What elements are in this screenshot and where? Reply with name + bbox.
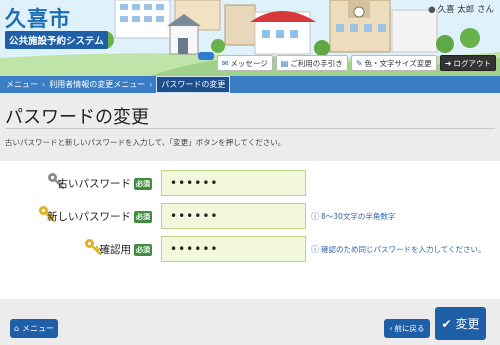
book-icon: ▤: [280, 58, 289, 68]
display-settings-button[interactable]: ✎ 色・文字サイズ変更: [350, 55, 437, 71]
form-panel: 古いパスワード 必須 •••••• 新しいパスワード 必須 •••••• ⓘ 8～…: [0, 161, 500, 299]
chevron-left-icon: ‹: [389, 324, 393, 333]
new-password-label: 新しいパスワード 必須: [47, 209, 152, 224]
confirm-password-row: 確認用 必須 •••••• ⓘ 確認のため同じパスワードを入力してください。: [0, 236, 500, 262]
guide-button[interactable]: ▤ ご利用の手引き: [275, 55, 348, 71]
old-password-label-text: 古いパスワード: [57, 178, 132, 190]
logout-button[interactable]: ➜ ログアウト: [439, 55, 496, 71]
required-badge: 必須: [134, 177, 152, 190]
site-title[interactable]: 久喜市: [5, 3, 71, 33]
logout-icon: ➜: [444, 58, 452, 68]
confirm-password-hint: ⓘ 確認のため同じパスワードを入力してください。: [311, 244, 486, 255]
change-button[interactable]: ✔ 変更: [435, 307, 486, 340]
instruction-text: 古いパスワードと新しいパスワードを入力して、「変更」ボタンを押してください。: [5, 138, 286, 147]
new-password-hint: ⓘ 8～30文字の半角数字: [311, 211, 395, 222]
required-badge: 必須: [134, 210, 152, 223]
user-name: ● 久喜 太郎 さん: [428, 3, 494, 15]
breadcrumb-menu[interactable]: メニュー: [6, 79, 38, 90]
chevron-right-icon: ›: [42, 80, 46, 89]
display-settings-label: 色・文字サイズ変更: [364, 58, 432, 68]
menu-button-label: メニュー: [22, 324, 55, 333]
pencil-icon: ✎: [355, 58, 363, 68]
user-icon: ●: [428, 5, 436, 15]
home-icon: ⌂: [13, 324, 20, 333]
chevron-right-icon: ›: [149, 80, 153, 89]
old-password-label: 古いパスワード 必須: [57, 176, 152, 191]
guide-button-label: ご利用の手引き: [290, 58, 343, 68]
old-password-row: 古いパスワード 必須 ••••••: [0, 170, 500, 196]
old-password-input[interactable]: ••••••: [161, 170, 306, 196]
new-password-row: 新しいパスワード 必須 •••••• ⓘ 8～30文字の半角数字: [0, 203, 500, 229]
new-password-hint-text: 8～30文字の半角数字: [321, 212, 396, 221]
divider: [5, 128, 495, 129]
logout-button-label: ログアウト: [453, 58, 492, 68]
message-button[interactable]: ✉ メッセージ: [216, 55, 273, 71]
menu-button[interactable]: ⌂ メニュー: [10, 319, 58, 338]
message-button-label: メッセージ: [230, 58, 268, 68]
breadcrumb-user-info[interactable]: 利用者情報の変更メニュー: [49, 79, 145, 90]
header: 久喜市 公共施設予約システム ● 久喜 太郎 さん ✉ メッセージ ▤ ご利用の手引き…: [0, 0, 500, 76]
confirm-password-hint-text: 確認のため同じパスワードを入力してください。: [321, 245, 486, 254]
check-icon: ✔: [441, 316, 452, 331]
header-buttons: ✉ メッセージ ▤ ご利用の手引き ✎ 色・文字サイズ変更 ➜ ログアウト: [216, 55, 496, 71]
breadcrumb: メニュー › 利用者情報の変更メニュー › パスワードの変更: [0, 76, 500, 93]
change-button-label: 変更: [455, 317, 480, 331]
site-subtitle: 公共施設予約システム: [5, 31, 108, 49]
confirm-password-input[interactable]: ••••••: [161, 236, 306, 262]
back-button[interactable]: ‹ 前に戻る: [384, 319, 430, 338]
back-button-label: 前に戻る: [394, 324, 425, 333]
info-icon: ⓘ: [311, 245, 319, 254]
new-password-label-text: 新しいパスワード: [47, 211, 131, 223]
message-icon: ✉: [221, 58, 229, 68]
user-name-text: 久喜 太郎 さん: [437, 5, 494, 15]
confirm-password-label-text: 確認用: [99, 244, 132, 256]
required-badge: 必須: [134, 243, 152, 256]
new-password-input[interactable]: ••••••: [161, 203, 306, 229]
breadcrumb-current: パスワードの変更: [156, 76, 231, 93]
confirm-password-label: 確認用 必須: [99, 242, 152, 257]
info-icon: ⓘ: [311, 212, 319, 221]
page-title: パスワードの変更: [5, 107, 149, 128]
